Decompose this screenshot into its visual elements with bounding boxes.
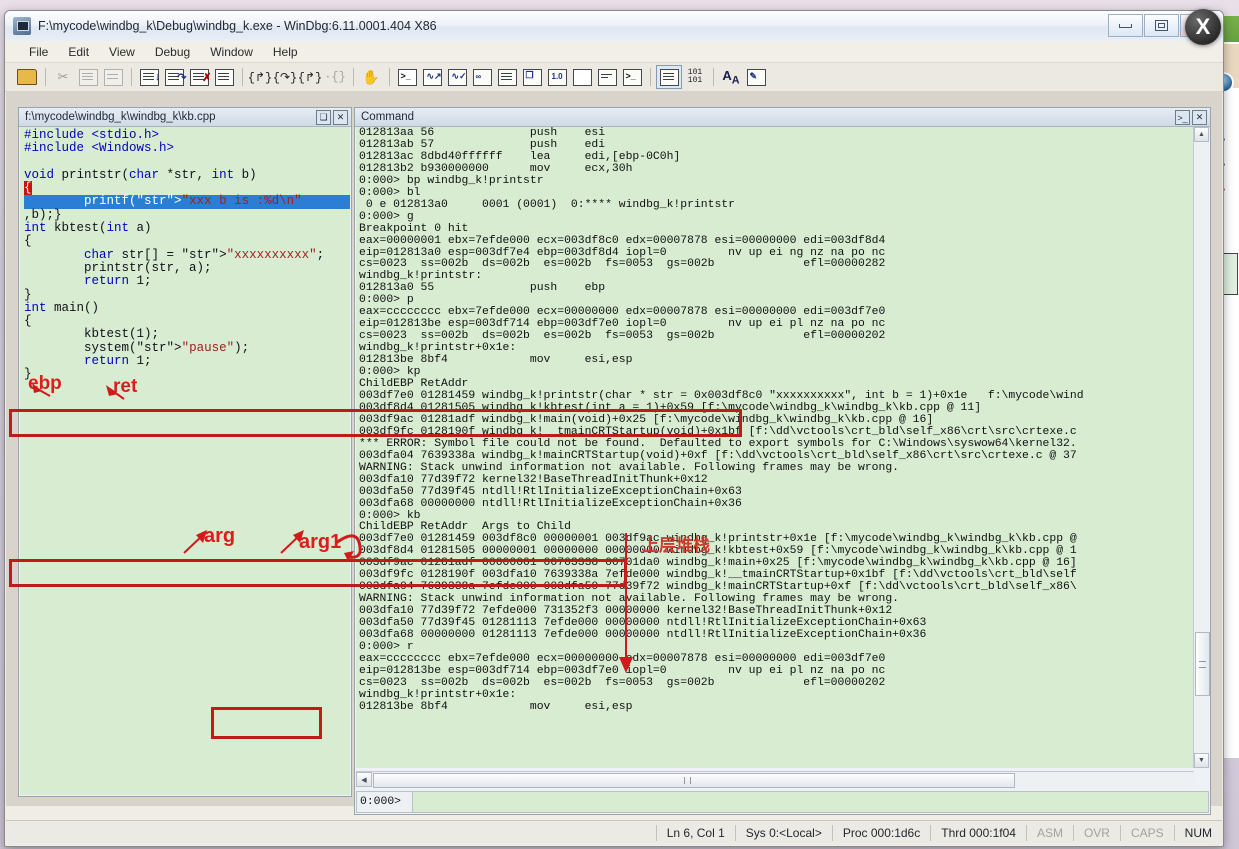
toolbar-separator <box>353 68 354 86</box>
vertical-scroll-thumb[interactable] <box>1195 632 1210 696</box>
windbg-icon <box>13 17 31 35</box>
command-browser-icon[interactable]: >_ <box>620 66 644 88</box>
menu-item-window[interactable]: Window <box>200 43 263 61</box>
windbg-main-window: F:\mycode\windbg_k\Debug\windbg_k.exe - … <box>4 9 1224 847</box>
maximize-button[interactable] <box>1144 14 1179 37</box>
mdi-workspace: f:\mycode\windbg_k\windbg_k\kb.cpp ❏ ✕ #… <box>6 91 1222 815</box>
status-line-col: Ln 6, Col 1 <box>655 825 735 841</box>
toolbar-separator <box>389 68 390 86</box>
toolbar-separator <box>45 68 46 86</box>
source-window-titlebar[interactable]: f:\mycode\windbg_k\windbg_k\kb.cpp ❏ ✕ <box>19 108 351 127</box>
scroll-up-icon[interactable]: ▲ <box>1194 127 1209 142</box>
watch-window-icon[interactable]: ∿↗ <box>420 66 444 88</box>
step-into-source-icon[interactable]: ↓ <box>137 66 161 88</box>
status-bar: Ln 6, Col 1 Sys 0:<Local> Proc 000:1d6c … <box>6 820 1222 845</box>
step-over-source-icon[interactable]: ↷ <box>162 66 187 88</box>
call-stack-icon[interactable]: ❐ <box>520 66 544 88</box>
source-close-button[interactable]: ✕ <box>333 110 348 125</box>
menu-item-view[interactable]: View <box>99 43 145 61</box>
source-mode-icon[interactable] <box>212 66 236 88</box>
log-file-icon[interactable]: ✎ <box>744 66 768 88</box>
menu-bar: File Edit View Debug Window Help <box>5 41 1223 63</box>
command-window-titlebar[interactable]: Command >_ ✕ <box>355 108 1210 127</box>
locals-window-icon[interactable]: ∿✓ <box>445 66 469 88</box>
horizontal-scroll-thumb[interactable] <box>373 773 1015 788</box>
status-asm: ASM <box>1025 825 1073 841</box>
source-window: f:\mycode\windbg_k\windbg_k\kb.cpp ❏ ✕ #… <box>18 107 352 797</box>
minimize-button[interactable] <box>1108 14 1143 37</box>
source-code-view[interactable]: #include <stdio.h> #include <Windows.h> … <box>20 127 350 795</box>
open-folder-icon[interactable] <box>15 66 39 88</box>
toolbar-separator <box>131 68 132 86</box>
disassembly-icon[interactable]: 1.0 <box>545 66 569 88</box>
toolbar-separator <box>650 68 651 86</box>
status-system: Sys 0:<Local> <box>734 825 832 841</box>
command-close-button[interactable]: ✕ <box>1192 110 1207 125</box>
status-caps: CAPS <box>1119 825 1174 841</box>
menu-item-file[interactable]: File <box>19 43 58 61</box>
command-window: Command >_ ✕ 012813aa 56 push esi 012813… <box>354 107 1211 815</box>
prompt-label: 0:000> <box>356 791 413 813</box>
run-to-return-icon[interactable]: ·{} <box>323 66 347 88</box>
source-window-icon[interactable] <box>656 65 682 89</box>
title-bar: F:\mycode\windbg_k\Debug\windbg_k.exe - … <box>5 11 1223 41</box>
command-vertical-scrollbar[interactable]: ▲ ▼ <box>1193 127 1210 768</box>
registers-window-icon[interactable]: ∞ <box>470 66 494 88</box>
status-num: NUM <box>1173 825 1222 841</box>
menu-item-debug[interactable]: Debug <box>145 43 200 61</box>
step-out-icon[interactable]: {↱} <box>298 66 322 88</box>
scroll-left-icon[interactable]: ◀ <box>356 772 372 787</box>
cut-icon[interactable]: ✂ <box>51 66 75 88</box>
status-ovr: OVR <box>1072 825 1120 841</box>
command-restore-button[interactable]: >_ <box>1175 110 1190 125</box>
run-to-cursor-icon[interactable]: ✗ <box>187 66 212 88</box>
close-overlay-icon[interactable]: X <box>1185 9 1221 45</box>
toolbar: ✂ ↓ ↷ ✗ {↱} {↷} {↱} ·{} ✋ >_ ∿↗ ∿✓ ∞ ❐ 1… <box>5 63 1223 92</box>
scratch-pad-icon[interactable] <box>570 66 594 88</box>
command-input[interactable] <box>413 791 1209 813</box>
break-hand-icon[interactable]: ✋ <box>359 66 383 88</box>
toolbar-separator <box>242 68 243 86</box>
command-output-view[interactable]: 012813aa 56 push esi 012813ab 57 push ed… <box>356 127 1194 768</box>
menu-item-edit[interactable]: Edit <box>58 43 99 61</box>
toolbar-separator <box>713 68 714 86</box>
step-into-icon[interactable]: {↱} <box>248 66 272 88</box>
command-horizontal-scrollbar[interactable]: ◀ <box>356 771 1194 788</box>
step-over-icon[interactable]: {↷} <box>273 66 297 88</box>
status-thread: Thrd 000:1f04 <box>930 825 1026 841</box>
command-window-icon[interactable]: >_ <box>395 66 419 88</box>
menu-item-help[interactable]: Help <box>263 43 308 61</box>
source-window-title: f:\mycode\windbg_k\windbg_k\kb.cpp <box>25 111 216 123</box>
scroll-down-icon[interactable]: ▼ <box>1194 753 1209 768</box>
processes-icon[interactable] <box>595 66 619 88</box>
numeric-101-icon[interactable]: 101 101 <box>683 66 707 88</box>
command-prompt-row: 0:000> <box>356 791 1209 813</box>
window-title: F:\mycode\windbg_k\Debug\windbg_k.exe - … <box>38 19 437 33</box>
source-restore-button[interactable]: ❏ <box>316 110 331 125</box>
desktop-background: · · 键· 键· 寒· · · A F:\mycode\windbg_k\De… <box>0 0 1239 849</box>
paste-icon[interactable] <box>101 66 125 88</box>
copy-icon[interactable] <box>76 66 100 88</box>
font-icon[interactable]: AA <box>719 66 743 88</box>
status-process: Proc 000:1d6c <box>831 825 930 841</box>
memory-window-icon[interactable] <box>495 66 519 88</box>
command-window-title: Command <box>361 111 415 123</box>
